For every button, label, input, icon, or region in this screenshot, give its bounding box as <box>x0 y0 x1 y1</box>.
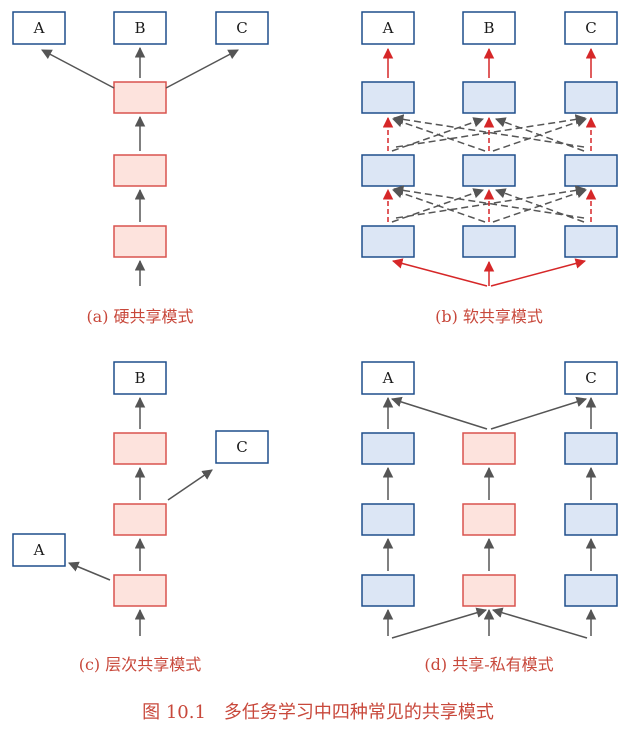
task-node-b: B <box>113 361 167 395</box>
shared-layer-middle <box>113 154 167 187</box>
task-label-a: A <box>33 541 45 559</box>
task-node-c: C <box>564 361 618 395</box>
caption-d: (d) 共享-私有模式 <box>424 655 553 674</box>
caption-b: (b) 软共享模式 <box>435 307 543 326</box>
task-node-a: A <box>12 533 66 567</box>
task-node-c: C <box>215 11 269 45</box>
task-label-b: B <box>483 19 494 37</box>
shared-layer-bottom <box>113 225 167 258</box>
arrow <box>41 49 115 89</box>
shared-layer-top <box>113 81 167 114</box>
private-layer <box>462 225 516 258</box>
caption-a: (a) 硬共享模式 <box>86 307 193 326</box>
shared-layer <box>462 503 516 536</box>
task-label-a: A <box>33 19 45 37</box>
private-layer <box>564 81 618 114</box>
private-layer <box>564 574 618 607</box>
private-layer <box>564 154 618 187</box>
private-layer <box>564 432 618 465</box>
private-layer <box>361 432 415 465</box>
private-layer <box>361 574 415 607</box>
arrow <box>68 561 111 581</box>
task-label-c: C <box>585 19 596 37</box>
private-layer <box>462 154 516 187</box>
panel-a-hard-sharing: A B C (a) 硬共享模式 <box>12 11 269 326</box>
task-node-a: A <box>12 11 66 45</box>
private-layer <box>462 81 516 114</box>
task-node-a: A <box>361 11 415 45</box>
panel-d-shared-private: A C (d) 共享-私有模式 <box>361 361 618 674</box>
private-layer <box>361 81 415 114</box>
task-node-b: B <box>462 11 516 45</box>
private-layer <box>361 503 415 536</box>
shared-layer <box>462 574 516 607</box>
arrow <box>391 607 488 639</box>
arrow <box>491 607 588 639</box>
task-node-c: C <box>564 11 618 45</box>
task-node-a: A <box>361 361 415 395</box>
multitask-sharing-diagram: A B C (a) 硬共享模式 A B C (b) 软共享模式 B C A (c… <box>12 11 618 723</box>
task-node-c: C <box>215 430 269 464</box>
red-arrow <box>490 258 587 287</box>
panel-b-soft-sharing: A B C (b) 软共享模式 <box>361 11 618 326</box>
panel-c-hierarchical-sharing: B C A (c) 层次共享模式 <box>12 361 269 674</box>
private-layer <box>361 154 415 187</box>
caption-c: (c) 层次共享模式 <box>79 655 202 674</box>
task-label-a: A <box>382 369 394 387</box>
shared-layer <box>462 432 516 465</box>
shared-layer-top <box>113 432 167 465</box>
shared-layer-bottom <box>113 574 167 607</box>
red-arrow <box>391 258 488 287</box>
task-label-c: C <box>236 19 247 37</box>
task-node-b: B <box>113 11 167 45</box>
figure-caption: 图 10.1 多任务学习中四种常见的共享模式 <box>142 702 494 723</box>
arrow <box>165 49 239 89</box>
task-label-c: C <box>585 369 596 387</box>
private-layer <box>564 503 618 536</box>
arrow <box>167 469 213 501</box>
task-label-b: B <box>134 369 145 387</box>
private-layer <box>361 225 415 258</box>
shared-layer-middle <box>113 503 167 536</box>
task-label-c: C <box>236 438 247 456</box>
task-label-b: B <box>134 19 145 37</box>
private-layer <box>564 225 618 258</box>
arrow <box>390 396 488 430</box>
task-label-a: A <box>382 19 394 37</box>
arrow <box>490 396 588 430</box>
